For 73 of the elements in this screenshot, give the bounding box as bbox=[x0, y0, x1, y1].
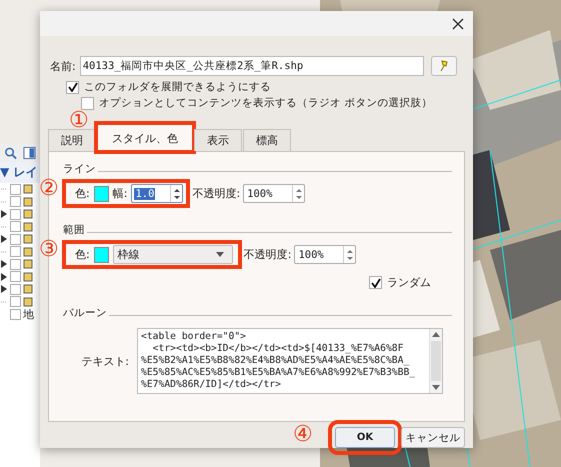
layer-icon bbox=[23, 259, 33, 270]
color-swatch[interactable] bbox=[94, 186, 109, 202]
layer-icon bbox=[23, 246, 33, 257]
tab[interactable]: 説明 bbox=[48, 129, 96, 151]
name-label: 名前: bbox=[50, 58, 76, 74]
scrollbar[interactable] bbox=[429, 329, 442, 393]
text-label: テキスト: bbox=[80, 354, 130, 368]
layer-checkbox[interactable] bbox=[10, 246, 21, 258]
random-checkbox[interactable] bbox=[369, 276, 382, 289]
option-checkbox[interactable] bbox=[66, 80, 79, 94]
panel-title[interactable]: ▼ レイ bbox=[0, 162, 40, 183]
style-dropdown[interactable]: 枠線 bbox=[112, 245, 233, 264]
step-number: ② bbox=[39, 178, 59, 200]
section-title: ライン bbox=[63, 162, 96, 176]
random-label: ランダム bbox=[387, 275, 431, 290]
layer-checkbox[interactable] bbox=[10, 184, 21, 195]
dialog-button[interactable]: キャンセル bbox=[401, 427, 465, 448]
layer-checkbox[interactable] bbox=[10, 308, 21, 320]
scroll-down-icon[interactable] bbox=[432, 385, 440, 391]
layer-checkbox[interactable] bbox=[10, 234, 21, 245]
close-icon[interactable] bbox=[452, 18, 464, 30]
layer-icon bbox=[23, 184, 33, 194]
option-label: このフォルダを展開できるようにする bbox=[84, 80, 271, 94]
name-field[interactable]: 40133_福岡市中央区_公共座標2系_筆R.shp bbox=[80, 56, 424, 76]
expand-arrow-icon[interactable] bbox=[0, 285, 8, 294]
spin-arrows-icon[interactable] bbox=[346, 248, 354, 260]
step-number: ④ bbox=[293, 424, 313, 446]
layer-icon bbox=[23, 296, 33, 307]
width-spinbox[interactable]: 1.0 bbox=[131, 184, 184, 203]
spin-arrows-icon[interactable] bbox=[294, 188, 303, 200]
opacity-label: 不透明度: bbox=[192, 186, 240, 201]
step-number: ③ bbox=[39, 239, 59, 261]
tab[interactable]: スタイル、色 bbox=[97, 124, 193, 151]
layer-icon bbox=[23, 272, 33, 282]
expand-arrow-icon[interactable] bbox=[0, 210, 8, 218]
layer-checkbox[interactable] bbox=[10, 221, 21, 232]
expand-arrow-icon[interactable] bbox=[0, 260, 8, 268]
spin-arrows-icon[interactable] bbox=[172, 188, 181, 200]
width-label: 幅: bbox=[112, 186, 128, 201]
expand-arrow-icon[interactable] bbox=[0, 272, 8, 281]
option-checkbox[interactable] bbox=[81, 96, 94, 110]
opacity-spinbox[interactable]: 100% bbox=[294, 245, 356, 264]
layer-icon bbox=[23, 222, 33, 232]
option-label: オプションとしてコンテンツを表示する（ラジオ ボタンの選択肢） bbox=[99, 96, 432, 110]
layer-icon bbox=[23, 234, 33, 244]
step-number: ① bbox=[69, 110, 89, 132]
dropdown-caret-icon bbox=[216, 252, 224, 257]
section-title: 範囲 bbox=[63, 223, 85, 237]
layer-checkbox[interactable] bbox=[10, 296, 21, 308]
section-title: バルーン bbox=[63, 306, 107, 320]
search-icon[interactable] bbox=[4, 146, 17, 160]
color-label: 色: bbox=[75, 186, 90, 201]
balloon-text-field[interactable]: <table border="0"> <tr><td><b>ID</b></td><td>$[40133_%E7%A6%8F %E5%B2%A1%E5%B8%82%E4%B8%AD%E5%A4%AE%E5%8C%BA_ %E5%85%AC%E5%85%B1%E5%BA%A7%E6%A8%992%E7%B3%BB_ %E7%AD%86R/ID]</td></tr> bbox=[137, 328, 443, 394]
layer-icon bbox=[23, 209, 33, 220]
layer-checkbox[interactable] bbox=[10, 284, 21, 295]
opacity-label: 不透明度: bbox=[244, 247, 292, 262]
layer-checkbox[interactable] bbox=[10, 196, 21, 208]
tab[interactable]: 標高 bbox=[243, 129, 291, 151]
panel-icon[interactable] bbox=[23, 146, 36, 160]
layer-checkbox[interactable] bbox=[10, 208, 21, 220]
opacity-spinbox[interactable]: 100% bbox=[243, 184, 306, 203]
layer-checkbox[interactable] bbox=[10, 271, 21, 282]
layer-icon bbox=[23, 284, 33, 294]
expand-arrow-icon[interactable] bbox=[0, 235, 8, 244]
tab[interactable]: 表示 bbox=[194, 129, 242, 151]
layer-icon bbox=[23, 196, 33, 207]
color-label: 色: bbox=[75, 247, 90, 262]
scroll-up-icon[interactable] bbox=[432, 331, 440, 337]
layer-checkbox[interactable] bbox=[10, 258, 21, 270]
color-swatch[interactable] bbox=[94, 246, 109, 262]
layer-label[interactable]: 地 bbox=[23, 306, 34, 322]
pushpin-icon bbox=[438, 60, 449, 72]
pushpin-button[interactable] bbox=[430, 56, 457, 76]
